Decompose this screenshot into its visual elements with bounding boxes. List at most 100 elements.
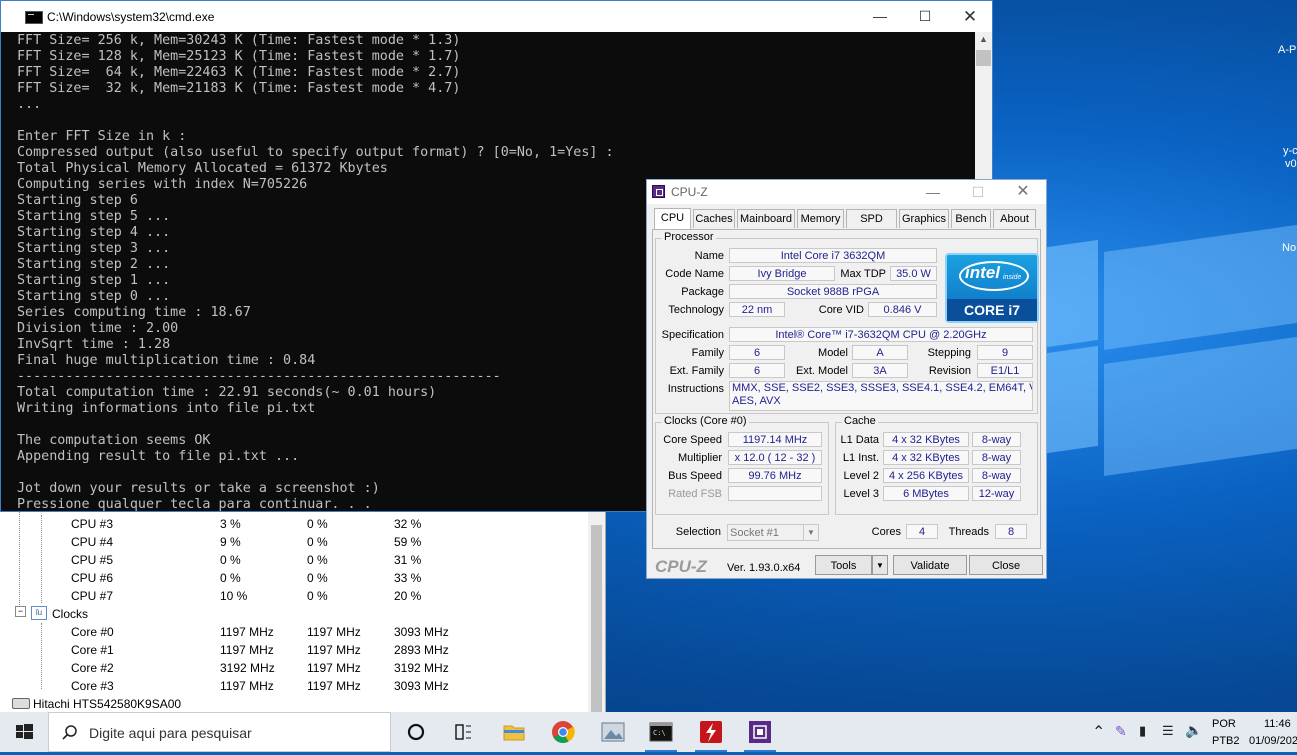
sensor-value: 0 % [220,553,241,567]
tree-node-drive[interactable]: Hitachi HTS542580K9SA00 [0,695,590,712]
chevron-up-icon[interactable]: ⌃ [1092,722,1105,742]
socket-select[interactable]: Socket #1 ▼ [727,524,819,541]
maxtdp-label: Max TDP [840,268,886,280]
tab-cpu[interactable]: CPU [654,208,691,229]
tab-memory[interactable]: Memory [797,209,844,228]
ext-family-value: 6 [729,363,785,378]
image-app-button[interactable] [597,718,629,746]
search-box[interactable]: Digite aqui para pesquisar [48,712,391,752]
battery-icon[interactable]: ▮ [1139,723,1146,739]
ext-model-value: 3A [852,363,908,378]
close-button[interactable]: ✕ [1003,180,1043,204]
tab-about[interactable]: About [993,209,1036,228]
pen-icon[interactable]: ✎ [1115,723,1127,740]
cpu-tab-panel: Processor Name Intel Core i7 3632QM Code… [652,229,1041,549]
table-row[interactable]: Core #0 1197 MHz 1197 MHz 3093 MHz [0,623,590,641]
sensor-max: 31 % [394,553,422,567]
sensor-min: 0 % [307,589,328,603]
level2-value: 4 x 256 KBytes [883,468,969,483]
volume-icon[interactable]: 🔈 [1185,722,1202,739]
sensor-name: CPU #4 [71,535,114,549]
cpuz-logo: CPU-Z [655,557,707,576]
title-bar[interactable]: C:\Windows\system32\cmd.exe — ☐ ✕ [1,1,992,32]
desktop-icon-label[interactable]: y-c [1283,145,1297,157]
specification-label: Specification [661,329,724,341]
keyboard-layout[interactable]: PTB2 [1212,735,1240,747]
ext-family-label: Ext. Family [669,365,724,377]
chrome-icon [552,721,575,743]
scroll-up-arrow-icon[interactable]: ▲ [975,34,992,48]
corevid-label: Core VID [818,304,864,316]
desktop-icon-label[interactable]: A-P [1278,44,1296,56]
sensor-name: CPU #3 [71,517,114,531]
l1-data-value: 4 x 32 KBytes [883,432,969,447]
table-row[interactable]: Core #2 3192 MHz 1197 MHz 3192 MHz [0,659,590,677]
l1-inst-assoc: 8-way [972,450,1021,465]
intel-logo-core: CORE i7 [947,299,1037,321]
level2-label: Level 2 [843,470,879,482]
table-row[interactable]: CPU #4 9 % 0 % 59 % [0,533,590,551]
language-indicator[interactable]: POR [1212,718,1236,730]
console-line: Enter FFT Size in k : [17,129,187,144]
close-button[interactable]: ✕ [947,1,993,32]
cpuz-window[interactable]: CPU-Z — ☐ ✕ CPU Caches Mainboard Memory … [646,179,1047,579]
tab-spd[interactable]: SPD [846,209,897,228]
table-row[interactable]: CPU #6 0 % 0 % 33 % [0,569,590,587]
cpu-chip-icon [749,721,771,743]
chevron-down-icon[interactable]: ▼ [803,525,818,540]
instructions-value: MMX, SSE, SSE2, SSE3, SSSE3, SSE4.1, SSE… [729,381,1033,411]
sensor-max: 2893 MHz [394,643,449,657]
sensor-min: 0 % [307,571,328,585]
table-row[interactable]: Core #1 1197 MHz 1197 MHz 2893 MHz [0,641,590,659]
rated-fsb-label: Rated FSB [668,488,722,500]
l1-data-assoc: 8-way [972,432,1021,447]
tools-dropdown-icon[interactable]: ▼ [872,555,888,575]
sensor-max: 59 % [394,535,422,549]
sensor-value: 1197 MHz [220,679,274,693]
tree-node-clocks[interactable]: − ſu Clocks [0,605,590,623]
chrome-button[interactable] [547,718,579,746]
validate-button[interactable]: Validate [893,555,967,575]
clock-date[interactable]: 01/09/202 [1249,735,1297,747]
flash-app-button[interactable] [695,718,727,752]
start-button[interactable] [0,712,48,752]
wifi-icon[interactable]: ☰ [1162,723,1174,739]
minimize-button[interactable]: — [857,1,903,32]
file-explorer-button[interactable] [498,718,530,746]
table-row[interactable]: CPU #5 0 % 0 % 31 % [0,551,590,569]
minimize-button[interactable]: — [913,180,953,204]
title-bar[interactable]: CPU-Z — ☐ ✕ [647,180,1046,204]
sensor-value: 3192 MHz [220,661,275,675]
tab-bench[interactable]: Bench [951,209,991,228]
table-row[interactable]: CPU #7 10 % 0 % 20 % [0,587,590,605]
collapse-icon[interactable]: − [15,606,26,617]
tab-caches[interactable]: Caches [693,209,735,228]
desktop-icon-label[interactable]: v0. [1285,158,1297,170]
table-row[interactable]: Core #3 1197 MHz 1197 MHz 3093 MHz [0,677,590,695]
tab-mainboard[interactable]: Mainboard [737,209,795,228]
cpuz-taskbar-button[interactable] [744,718,776,752]
clocks-group: Clocks (Core #0) Core Speed 1197.14 MHz … [655,415,829,515]
multiplier-label: Multiplier [677,452,722,464]
cmd-taskbar-button[interactable]: C:\ [645,718,677,752]
level3-label: Level 3 [843,488,879,500]
table-row[interactable]: CPU #3 3 % 0 % 32 % [0,515,590,533]
maximize-button[interactable]: ☐ [902,1,948,32]
hard-drive-icon [12,698,30,709]
close-button[interactable]: Close [969,555,1043,575]
cortana-button[interactable] [400,718,432,746]
intel-logo-inside: inside [1003,274,1022,281]
desktop-icon-label[interactable]: No [1282,242,1296,254]
scrollbar[interactable] [588,505,605,712]
maximize-button[interactable]: ☐ [958,180,998,204]
sensor-min: 1197 MHz [307,679,361,693]
scroll-thumb[interactable] [976,50,991,66]
sensor-max: 3093 MHz [394,625,449,639]
clock-time[interactable]: 11:46 [1264,718,1291,730]
sensor-max: 3093 MHz [394,679,449,693]
task-view-button[interactable] [447,718,479,746]
tools-button[interactable]: Tools [815,555,872,575]
tab-graphics[interactable]: Graphics [899,209,949,228]
sensor-max: 20 % [394,589,422,603]
